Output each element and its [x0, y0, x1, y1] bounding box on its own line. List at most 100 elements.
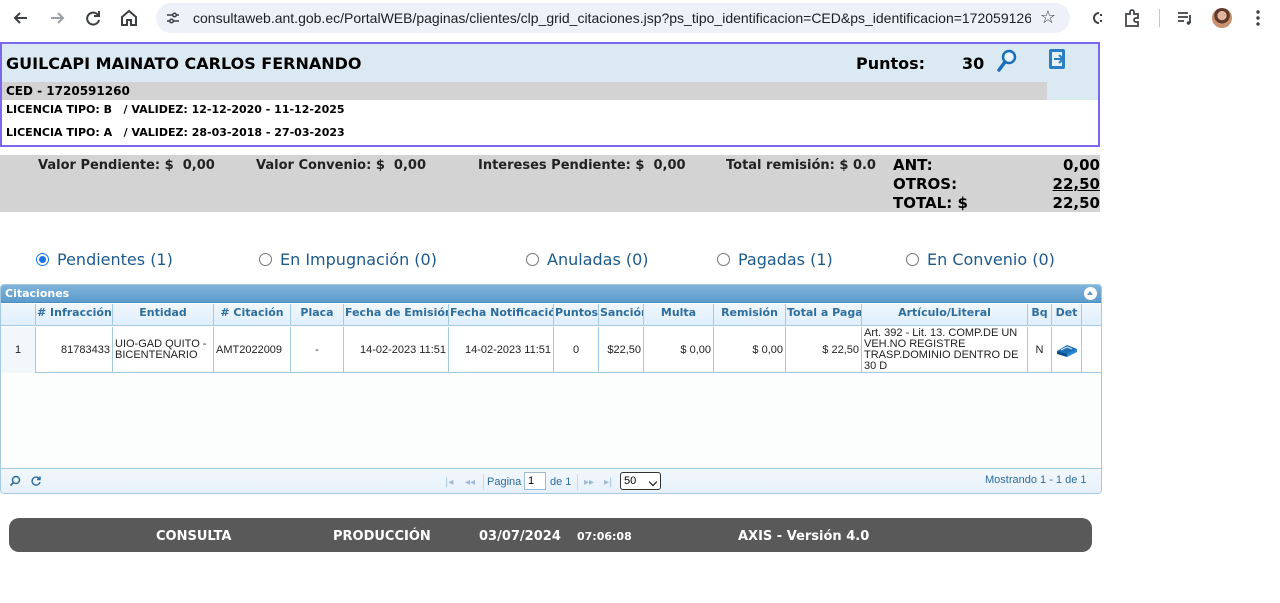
- ant-value: 0,00: [1062, 156, 1100, 174]
- radio-icon[interactable]: [259, 253, 272, 266]
- next-page-icon[interactable]: ▸▸: [584, 477, 594, 488]
- column-entidad[interactable]: Entidad: [113, 304, 214, 326]
- valor-pendiente: Valor Pendiente: $ 0,00: [38, 158, 215, 173]
- prev-page-icon[interactable]: ◂◂: [465, 477, 475, 488]
- cell-infraccion: 81783433: [36, 327, 113, 373]
- column-citacion[interactable]: # Citación: [214, 304, 291, 326]
- cell-entidad: UIO-GAD QUITO - BICENTENARIO: [113, 327, 214, 373]
- points-value: 30: [962, 54, 985, 73]
- cell-remision: $ 0,00: [714, 327, 786, 373]
- ant-label: ANT:: [893, 156, 933, 174]
- filter-label: En Impugnación (0): [280, 250, 437, 269]
- toolbar-separator: [1159, 9, 1160, 27]
- home-icon[interactable]: [118, 7, 140, 29]
- media-control-icon[interactable]: [1175, 8, 1195, 28]
- url-text[interactable]: consultaweb.ant.gob.ec/PortalWEB/paginas…: [193, 10, 1031, 26]
- table-row[interactable]: 1 81783433 UIO-GAD QUITO - BICENTENARIO …: [1, 327, 1101, 373]
- pager-separator: [577, 474, 578, 490]
- column-bq[interactable]: Bq: [1028, 304, 1052, 326]
- driver-name: GUILCAPI MAINATO CARLOS FERNANDO: [6, 54, 362, 73]
- footer-date: 03/07/2024: [479, 529, 561, 544]
- column-fecha-notificacion[interactable]: Fecha Notificación: [449, 304, 554, 326]
- collapse-icon[interactable]: [1084, 287, 1097, 300]
- reload-icon[interactable]: [82, 7, 104, 29]
- filter-pendientes[interactable]: Pendientes (1): [36, 250, 173, 269]
- records-count: Mostrando 1 - 1 de 1: [985, 474, 1087, 486]
- page-of-label: de 1: [550, 476, 572, 488]
- detail-icon[interactable]: [1052, 327, 1082, 373]
- license-a: LICENCIA TIPO: A / VALIDEZ: 28-03-2018 -…: [6, 126, 345, 139]
- extension-icon[interactable]: [1086, 8, 1106, 28]
- column-rownum: [1, 304, 36, 326]
- cell-puntos: 0: [554, 327, 599, 373]
- citaciones-grid: Citaciones # Infracción Entidad # Citaci…: [0, 284, 1102, 494]
- cell-articulo: Art. 392 - Lit. 13. COMP.DE UN VEH.NO RE…: [862, 327, 1028, 373]
- header-side-strip: [1047, 82, 1098, 100]
- summary-bar: Valor Pendiente: $ 0,00 Valor Convenio: …: [0, 155, 1100, 212]
- cell-fecha-notificacion: 14-02-2023 11:51: [449, 327, 554, 373]
- search-icon[interactable]: [9, 475, 21, 490]
- grid-pager: |◂ ◂◂ Pagina 1 de 1 ▸▸ ▸| 50 Mostrando 1…: [1, 468, 1101, 493]
- footer-time: 07:06:08: [577, 530, 632, 543]
- forward-arrow-icon[interactable]: [46, 7, 68, 29]
- filter-label: Pagadas (1): [738, 250, 833, 269]
- filter-convenio[interactable]: En Convenio (0): [906, 250, 1055, 269]
- header-top-band: GUILCAPI MAINATO CARLOS FERNANDO Puntos:…: [2, 44, 1098, 82]
- cell-bq: N: [1028, 327, 1052, 373]
- footer-version: AXIS - Versión 4.0: [738, 529, 870, 544]
- profile-avatar[interactable]: [1212, 8, 1232, 28]
- license-b: LICENCIA TIPO: B / VALIDEZ: 12-12-2020 -…: [6, 103, 345, 116]
- footer-bar: CONSULTA PRODUCCIÓN 03/07/2024 07:06:08 …: [9, 518, 1092, 552]
- otros-value: 22,50: [1052, 175, 1100, 193]
- column-placa[interactable]: Placa: [291, 304, 344, 326]
- column-sancion[interactable]: Sanción: [599, 304, 644, 326]
- refresh-icon[interactable]: [30, 475, 42, 490]
- valor-convenio: Valor Convenio: $ 0,00: [256, 158, 427, 173]
- search-icon[interactable]: [996, 48, 1018, 74]
- column-infraccion[interactable]: # Infracción: [36, 304, 113, 326]
- puzzle-icon[interactable]: [1122, 8, 1142, 28]
- row-number: 1: [1, 327, 36, 373]
- column-multa[interactable]: Multa: [644, 304, 714, 326]
- column-articulo[interactable]: Artículo/Literal: [862, 304, 1028, 326]
- filter-label: En Convenio (0): [927, 250, 1055, 269]
- cell-fecha-emision: 14-02-2023 11:51: [344, 327, 449, 373]
- radio-selected-icon[interactable]: [36, 253, 49, 266]
- menu-dots-icon[interactable]: [1248, 8, 1268, 28]
- filter-pagadas[interactable]: Pagadas (1): [717, 250, 833, 269]
- total-remision: Total remisión: $ 0.0: [726, 158, 876, 173]
- cell-sancion: $22,50: [599, 327, 644, 373]
- pager-separator: [483, 474, 484, 490]
- column-fecha-emision[interactable]: Fecha de Emisión: [344, 304, 449, 326]
- exit-icon[interactable]: [1046, 48, 1068, 70]
- column-det[interactable]: Det: [1052, 304, 1082, 326]
- page-input[interactable]: 1: [524, 472, 546, 490]
- column-puntos[interactable]: Puntos: [554, 304, 599, 326]
- points-label: Puntos:: [856, 54, 926, 73]
- radio-icon[interactable]: [526, 253, 539, 266]
- grid-caption: Citaciones: [1, 285, 1101, 303]
- cell-citacion: AMT2022009: [214, 327, 291, 373]
- address-bar[interactable]: consultaweb.ant.gob.ec/PortalWEB/paginas…: [156, 3, 1070, 33]
- column-remision[interactable]: Remisión: [714, 304, 786, 326]
- last-page-icon[interactable]: ▸|: [604, 477, 612, 488]
- ced-number: CED - 1720591260: [6, 84, 130, 98]
- radio-icon[interactable]: [717, 253, 730, 266]
- driver-header: GUILCAPI MAINATO CARLOS FERNANDO Puntos:…: [0, 42, 1100, 147]
- intereses-pendiente: Intereses Pendiente: $ 0,00: [478, 158, 686, 173]
- footer-produccion: PRODUCCIÓN: [333, 529, 431, 544]
- grid-title: Citaciones: [5, 287, 70, 300]
- page-label: Pagina: [487, 476, 522, 488]
- browser-toolbar: consultaweb.ant.gob.ec/PortalWEB/paginas…: [0, 0, 1280, 36]
- site-settings-icon[interactable]: [165, 10, 181, 26]
- column-total[interactable]: Total a Pagar: [786, 304, 862, 326]
- rows-per-page-select[interactable]: 50: [620, 472, 661, 490]
- first-page-icon[interactable]: |◂: [445, 477, 453, 488]
- back-arrow-icon[interactable]: [10, 7, 32, 29]
- filter-anuladas[interactable]: Anuladas (0): [526, 250, 649, 269]
- bookmark-star-icon[interactable]: ☆: [1040, 8, 1056, 28]
- filter-impugnacion[interactable]: En Impugnación (0): [259, 250, 437, 269]
- radio-icon[interactable]: [906, 253, 919, 266]
- total-label: TOTAL: $: [893, 194, 968, 212]
- filter-label: Pendientes (1): [57, 250, 173, 269]
